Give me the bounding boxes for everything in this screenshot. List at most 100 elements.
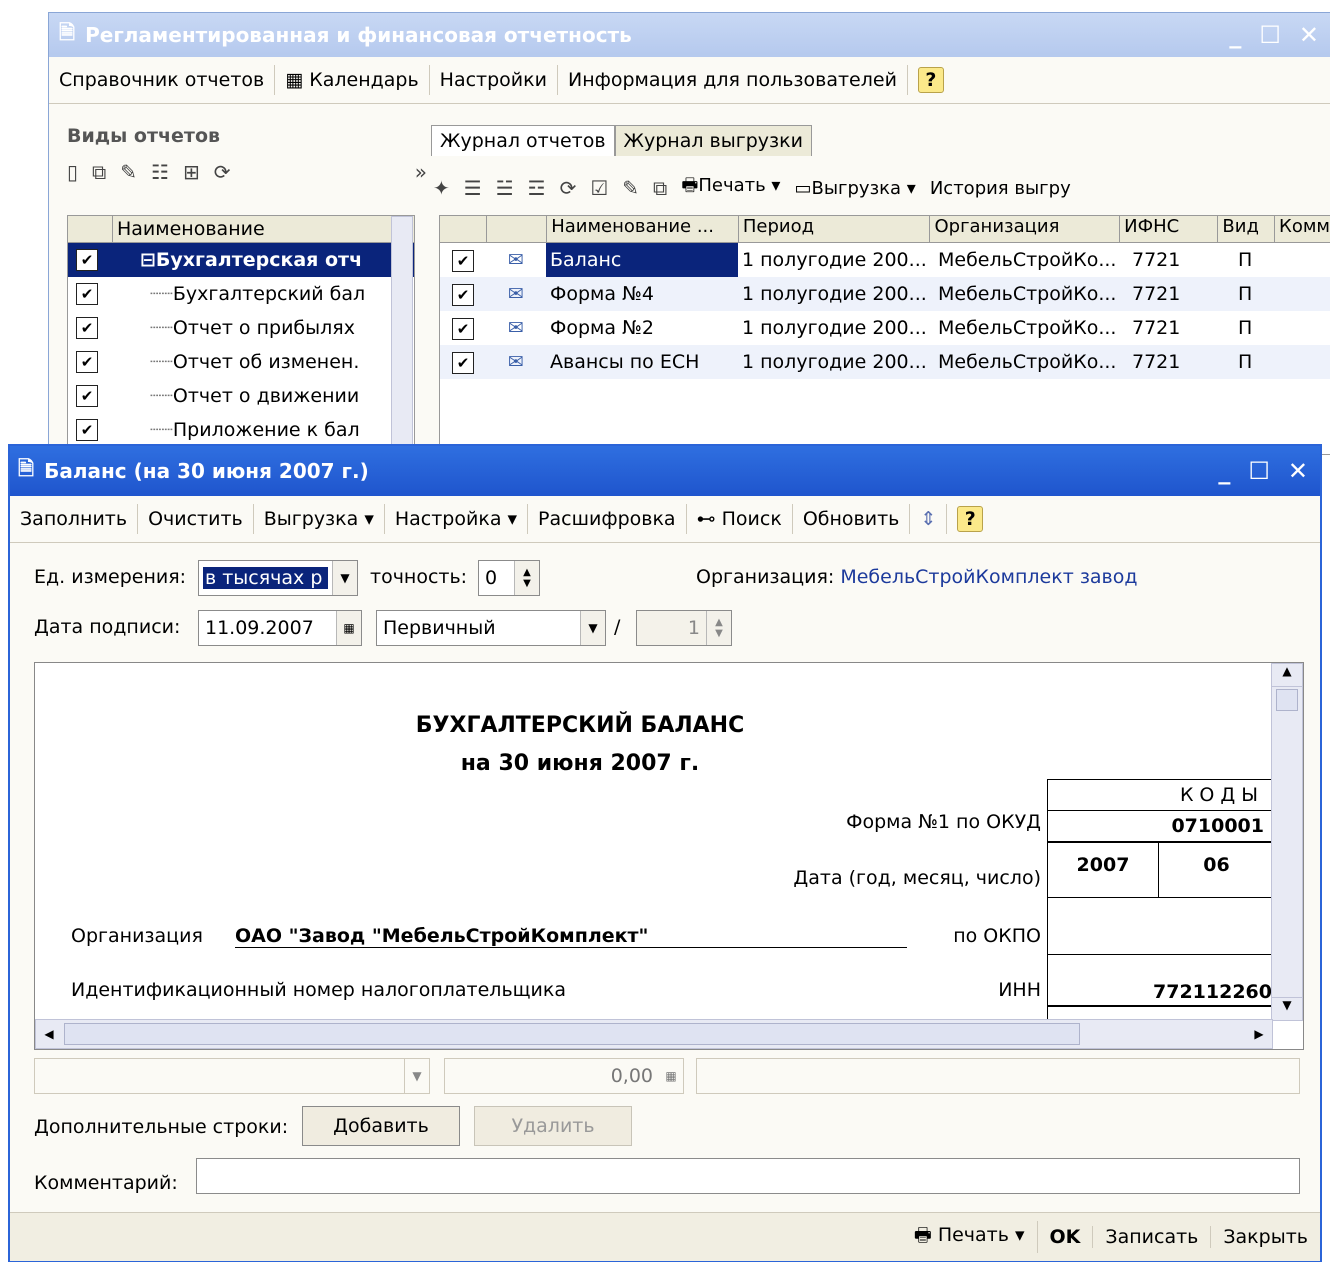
- outdent-icon[interactable]: ☱: [496, 176, 514, 200]
- col-period[interactable]: Период: [739, 216, 931, 242]
- organization-link[interactable]: МебельСтройКомплект завод: [840, 566, 1137, 588]
- print-dropdown[interactable]: 🖶Печать ▾: [681, 173, 780, 203]
- refresh-icon[interactable]: ⟳: [214, 160, 231, 184]
- settings-dropdown[interactable]: Настройка ▾: [385, 504, 529, 534]
- col-name[interactable]: Наименование ...: [547, 216, 739, 242]
- more-icon[interactable]: »: [415, 160, 427, 184]
- row-checkbox[interactable]: ✔: [452, 283, 474, 306]
- tree-checkbox[interactable]: ✔: [76, 385, 98, 407]
- correction-number-field[interactable]: 1 ▲ ▼: [636, 610, 732, 646]
- add-row-button[interactable]: Добавить: [302, 1106, 460, 1146]
- help-icon[interactable]: ?: [917, 67, 944, 93]
- close-icon[interactable]: ✕: [1299, 21, 1319, 49]
- collapse-icon[interactable]: ⊟: [140, 249, 156, 271]
- report-type-select[interactable]: Первичный ▼: [376, 610, 606, 646]
- col-kind[interactable]: Вид: [1218, 216, 1276, 242]
- amount-field[interactable]: 0,00 ▦: [444, 1058, 684, 1094]
- stepper-icon[interactable]: ▲ ▼: [706, 611, 731, 645]
- tree-checkbox[interactable]: ✔: [76, 351, 98, 373]
- tree-scrollbar[interactable]: [391, 216, 413, 454]
- tree-row[interactable]: ✔ ┈┈ Приложение к бал: [68, 413, 414, 447]
- tree-row[interactable]: ✔ ┈┈ Отчет о движении: [68, 379, 414, 413]
- precision-stepper[interactable]: 0 ▲ ▼: [478, 560, 540, 596]
- refresh-icon[interactable]: ⟳: [560, 176, 577, 200]
- tree-checkbox[interactable]: ✔: [76, 317, 98, 339]
- row-checkbox[interactable]: ✔: [452, 249, 474, 272]
- col-comment[interactable]: Комм: [1275, 216, 1330, 242]
- scroll-thumb[interactable]: [64, 1023, 1080, 1045]
- comment-input[interactable]: [196, 1158, 1300, 1194]
- save-button[interactable]: Записать: [1093, 1226, 1212, 1248]
- delete-row-button[interactable]: Удалить: [474, 1106, 632, 1146]
- row-checkbox[interactable]: ✔: [452, 351, 474, 374]
- new-icon[interactable]: ▯: [67, 160, 78, 184]
- menu-settings[interactable]: Настройки: [430, 65, 558, 95]
- scroll-down-icon[interactable]: ▼: [1272, 997, 1302, 1020]
- calendar-icon[interactable]: ▦: [336, 611, 361, 645]
- filter-icon[interactable]: ☲: [528, 176, 546, 200]
- minimize-icon[interactable]: _: [1218, 457, 1230, 485]
- cell-select[interactable]: ▼: [34, 1058, 430, 1094]
- copy-icon[interactable]: ⧉: [653, 176, 667, 200]
- tree-row[interactable]: ✔ ⊟ Бухгалтерская отч: [68, 243, 414, 277]
- copy-icon[interactable]: ⧉: [92, 160, 106, 184]
- table-row[interactable]: ✔ ✉ Форма №4 1 полугодие 200... МебельСт…: [440, 277, 1330, 311]
- check-list-icon[interactable]: ☑: [590, 176, 608, 200]
- scroll-right-icon[interactable]: ▶: [1246, 1020, 1272, 1048]
- scroll-up-icon[interactable]: ▲: [1272, 664, 1302, 687]
- group-icon[interactable]: ⊞: [183, 160, 200, 184]
- search-button[interactable]: ⊷ Поиск: [687, 504, 793, 534]
- minimize-icon[interactable]: _: [1229, 21, 1241, 49]
- sign-date-field[interactable]: 11.09.2007 ▦: [198, 610, 362, 646]
- chevron-down-icon[interactable]: ▼: [404, 1059, 429, 1093]
- vertical-scrollbar[interactable]: ▲ ▼: [1271, 663, 1303, 1021]
- horizontal-scrollbar[interactable]: ◀ ▶: [35, 1019, 1273, 1049]
- decode-button[interactable]: Расшифровка: [528, 504, 687, 534]
- indent-icon[interactable]: ☰: [464, 176, 482, 200]
- export-dropdown[interactable]: Выгрузка ▾: [254, 504, 385, 534]
- row-checkbox[interactable]: ✔: [452, 317, 474, 340]
- chevron-down-icon[interactable]: ▼: [580, 611, 605, 645]
- tree-column-header[interactable]: Наименование: [113, 216, 265, 242]
- edit-icon[interactable]: ✎: [622, 176, 639, 200]
- menu-calendar[interactable]: ▦ Календарь: [275, 65, 430, 95]
- print-dropdown[interactable]: 🖶 Печать ▾: [902, 1221, 1038, 1253]
- clear-button[interactable]: Очистить: [138, 504, 254, 534]
- expand-collapse-icon[interactable]: ⇕: [910, 504, 948, 534]
- table-row[interactable]: ✔ ✉ Баланс 1 полугодие 200... МебельСтро…: [440, 243, 1330, 277]
- calculator-icon[interactable]: ▦: [659, 1059, 683, 1093]
- export-history-button[interactable]: История выгру: [930, 178, 1071, 199]
- edit-icon[interactable]: ✎: [120, 160, 137, 184]
- scroll-thumb[interactable]: [1276, 689, 1298, 711]
- table-row[interactable]: ✔ ✉ Авансы по ЕСН 1 полугодие 200... Меб…: [440, 345, 1330, 379]
- menu-reports-directory[interactable]: Справочник отчетов: [49, 65, 276, 95]
- cell-comment-field[interactable]: [696, 1058, 1300, 1094]
- maximize-icon[interactable]: ☐: [1248, 457, 1270, 485]
- maximize-icon[interactable]: ☐: [1259, 21, 1281, 49]
- tree-row[interactable]: ✔ ┈┈ Отчет о прибылях: [68, 311, 414, 345]
- tree-icon[interactable]: ☷: [151, 160, 169, 184]
- close-icon[interactable]: ✕: [1288, 457, 1308, 485]
- units-select[interactable]: в тысячах р ▼: [198, 560, 358, 596]
- fill-button[interactable]: Заполнить: [10, 504, 139, 534]
- scroll-left-icon[interactable]: ◀: [36, 1020, 62, 1048]
- new-report-icon[interactable]: ✦: [433, 176, 450, 200]
- tree-row[interactable]: ✔ ┈┈ Отчет об изменен.: [68, 345, 414, 379]
- balance-window-titlebar[interactable]: 🗎 Баланс (на 30 июня 2007 г.) _ ☐ ✕: [10, 446, 1320, 496]
- ok-button[interactable]: OK: [1038, 1226, 1094, 1248]
- export-dropdown[interactable]: ▭Выгрузка ▾: [794, 178, 915, 199]
- tree-row[interactable]: ✔ ┈┈ Бухгалтерский бал: [68, 277, 414, 311]
- tree-checkbox[interactable]: ✔: [76, 283, 98, 305]
- tab-export-journal[interactable]: Журнал выгрузки: [614, 125, 812, 156]
- col-ifns[interactable]: ИФНС: [1120, 216, 1219, 242]
- reports-window-titlebar[interactable]: 🗎 Регламентированная и финансовая отчетн…: [49, 13, 1330, 57]
- tree-checkbox[interactable]: ✔: [76, 419, 98, 441]
- menu-user-info[interactable]: Информация для пользователей: [558, 65, 908, 95]
- refresh-button[interactable]: Обновить: [793, 504, 911, 534]
- col-organization[interactable]: Организация: [930, 216, 1121, 242]
- tab-reports-journal[interactable]: Журнал отчетов: [431, 125, 615, 156]
- chevron-down-icon[interactable]: ▼: [332, 561, 357, 595]
- stepper-icon[interactable]: ▲ ▼: [514, 561, 539, 595]
- table-row[interactable]: ✔ ✉ Форма №2 1 полугодие 200... МебельСт…: [440, 311, 1330, 345]
- help-icon[interactable]: ?: [957, 506, 984, 532]
